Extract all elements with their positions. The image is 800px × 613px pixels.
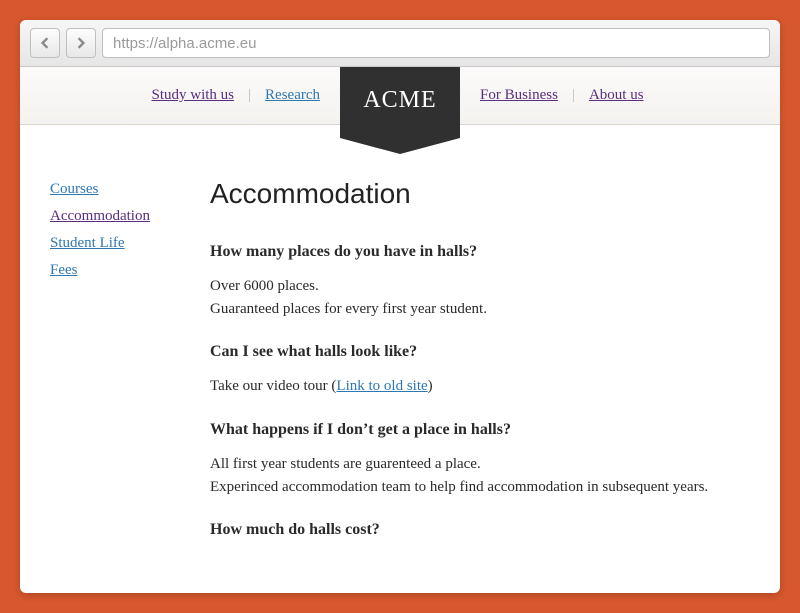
faq-answer-line: Take our video tour (Link to old site) [210, 376, 740, 396]
sidebar-item-courses[interactable]: Courses [50, 181, 210, 198]
faq-answer-line: All first year students are guarenteed a… [210, 454, 740, 474]
top-nav: Study with us | Research ACME For Busine… [20, 67, 780, 125]
chevron-left-icon [39, 37, 51, 49]
faq-answer-line: Guaranteed places for every first year s… [210, 299, 740, 319]
faq-answer-line: Over 6000 places. [210, 276, 740, 296]
faq-question: What happens if I don’t get a place in h… [210, 419, 740, 441]
site-logo[interactable]: ACME [340, 67, 460, 138]
top-nav-left: Study with us | Research [152, 87, 321, 104]
faq-question: Can I see what halls look like? [210, 341, 740, 363]
top-nav-right: For Business | About us [480, 87, 644, 104]
back-button[interactable] [30, 28, 60, 58]
sidebar-item-accommodation[interactable]: Accommodation [50, 208, 210, 225]
nav-research[interactable]: Research [265, 87, 320, 104]
video-tour-link[interactable]: Link to old site [336, 378, 427, 394]
url-bar[interactable]: https://alpha.acme.eu [102, 28, 770, 58]
sidebar-item-fees[interactable]: Fees [50, 262, 210, 279]
browser-chrome: https://alpha.acme.eu [20, 20, 780, 67]
forward-button[interactable] [66, 28, 96, 58]
main-content: Accommodation How many places do you hav… [210, 175, 750, 593]
content-area: Courses Accommodation Student Life Fees … [20, 125, 780, 593]
answer-text: Take our video tour ( [210, 378, 336, 394]
answer-text: ) [428, 378, 433, 394]
nav-separator: | [572, 87, 575, 104]
sidebar: Courses Accommodation Student Life Fees [50, 175, 210, 593]
nav-separator: | [248, 87, 251, 104]
page-title: Accommodation [210, 175, 740, 213]
sidebar-item-student-life[interactable]: Student Life [50, 235, 210, 252]
nav-about-us[interactable]: About us [589, 87, 644, 104]
browser-window: https://alpha.acme.eu Study with us | Re… [20, 20, 780, 593]
faq-question: How many places do you have in halls? [210, 241, 740, 263]
faq-question: How much do halls cost? [210, 519, 740, 541]
chevron-right-icon [75, 37, 87, 49]
faq-answer-line: Experinced accommodation team to help fi… [210, 477, 740, 497]
nav-study-with-us[interactable]: Study with us [152, 87, 235, 104]
nav-for-business[interactable]: For Business [480, 87, 558, 104]
